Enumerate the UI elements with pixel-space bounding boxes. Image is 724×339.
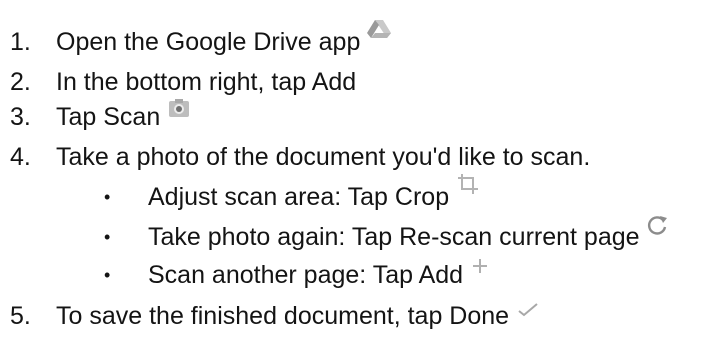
step-number: 3. (10, 103, 31, 131)
instructions-list: 1. Open the Google Drive app 2. In the b… (0, 0, 724, 339)
step-number: 4. (10, 143, 31, 171)
step-number: 5. (10, 302, 31, 330)
bullet: • (104, 265, 111, 285)
step-3: 3. Tap Scan (10, 99, 190, 132)
step-text: Tap Scan (56, 103, 161, 131)
step-text: Open the Google Drive app (56, 28, 361, 56)
step-number: 1. (10, 28, 31, 56)
bullet: • (104, 187, 111, 207)
step-number: 2. (10, 68, 31, 96)
bullet: • (104, 227, 111, 247)
substep-2: • Take photo again: Tap Re-scan current … (104, 216, 668, 252)
step-2: 2. In the bottom right, tap Add (10, 67, 356, 97)
step-text: To save the finished document, tap Done (56, 302, 510, 330)
checkmark-icon (517, 294, 539, 324)
substep-3: • Scan another page: Tap Add (104, 259, 489, 290)
step-1: 1. Open the Google Drive app (10, 20, 392, 57)
step-text: Take a photo of the document you'd like … (56, 143, 591, 171)
step-4: 4. Take a photo of the document you'd li… (10, 142, 590, 172)
crop-icon (457, 172, 479, 202)
substep-text: Adjust scan area: Tap Crop (148, 183, 450, 211)
substep-text: Take photo again: Tap Re-scan current pa… (148, 223, 640, 251)
camera-scan-icon (168, 95, 190, 125)
step-text: In the bottom right, tap Add (56, 68, 357, 96)
rescan-icon (646, 213, 668, 243)
add-icon (471, 252, 489, 282)
substep-1: • Adjust scan area: Tap Crop (104, 174, 479, 212)
step-5: 5. To save the finished document, tap Do… (10, 301, 539, 331)
google-drive-icon (366, 16, 392, 46)
substep-text: Scan another page: Tap Add (148, 261, 464, 289)
